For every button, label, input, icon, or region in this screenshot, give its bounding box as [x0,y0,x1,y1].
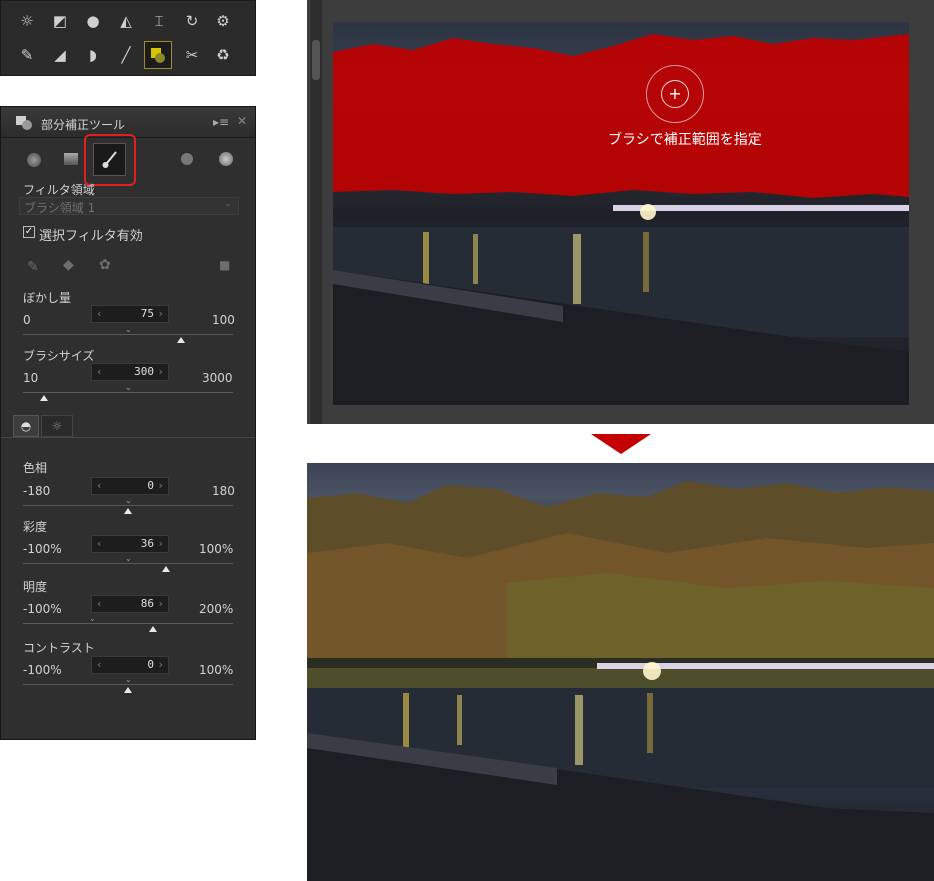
hue-slider-thumb[interactable] [124,508,132,514]
tab-exposure[interactable]: ☼ [41,415,73,437]
tool-palette: ☼ ◩ ● ◭ ⌶ ↻ ⚙ ✎ ◢ ◗ ╱ ✂ ♻ [0,0,256,76]
brightness-min: -100% [23,602,62,616]
control-point-icon[interactable] [27,153,41,167]
blur-spinbox[interactable]: ‹ 75 › [91,305,169,323]
retouch-icon[interactable]: ✂ [180,43,204,67]
before-photo[interactable]: + ブラシで補正範囲を指定 [333,22,909,405]
brush-adjust-icon[interactable]: ◭ [114,9,138,33]
saturation-value: 36 [140,537,154,550]
filter-area-select[interactable]: ブラシ領域 1 ⌄ [19,197,239,215]
blur-slider-thumb[interactable] [176,337,185,343]
saturation-spinbox[interactable]: ‹ 36 › [91,535,169,553]
tab-color-adjust[interactable]: ◓ [13,415,39,437]
layer-icon[interactable] [181,153,193,165]
brightness-slider-thumb[interactable] [149,626,158,632]
rect-selection-icon[interactable] [64,153,78,165]
gradient-icon[interactable]: ◢ [48,43,72,67]
hue-value: 0 [147,479,154,492]
brightness-label: 明度 [23,580,48,594]
hue-max: 180 [212,484,235,498]
blur-value: 75 [140,307,154,320]
brightness-value: 86 [140,597,154,610]
saturation-slider-track[interactable] [23,563,233,564]
rotate-icon[interactable]: ↻ [180,9,204,33]
contrast-value: 0 [147,658,154,671]
panel-title: 部分補正ツール [41,118,126,132]
contrast-slider-thumb[interactable] [124,687,132,693]
contrast-slider-track[interactable] [23,684,233,685]
blur-label: ぼかし量 [23,291,72,305]
contrast-min: -100% [23,663,62,677]
brush-size-min: 10 [23,371,39,385]
saturation-label: 彩度 [23,520,48,534]
contrast-label: コントラスト [23,641,95,655]
brightness-max: 200% [199,602,234,616]
color-ball-icon[interactable]: ● [81,9,105,33]
eyedropper-icon[interactable]: ✎ [15,43,39,67]
brush-size-slider-thumb[interactable] [40,395,48,401]
brush-size-max: 3000 [202,371,233,385]
brush-size-slider-track[interactable] [23,392,233,393]
brush-icon [102,150,117,168]
brush-size-label: ブラシサイズ [23,349,95,363]
hue-spinbox[interactable]: ‹ 0 › [91,477,169,495]
fish-icon[interactable]: ◗ [81,43,105,67]
blur-min: 0 [23,313,31,327]
hue-slider-track[interactable] [23,505,233,506]
chevron-down-icon: ⌄ [224,199,232,209]
add-brush-icon[interactable]: ✎ [27,259,39,275]
panel-menu-icon[interactable]: ▸≡ [213,115,229,129]
settings-cog-icon[interactable]: ⚙ [211,9,235,33]
brush-size-value: 300 [134,365,154,378]
filter-area-label: フィルタ領域 [23,183,95,197]
exposure-icon[interactable]: ☼ [15,9,39,33]
hue-label: 色相 [23,461,48,475]
brush-icon[interactable]: ╱ [114,43,138,67]
enable-filter-checkbox[interactable]: ✓ [23,226,35,238]
straighten-icon[interactable]: ⌶ [147,9,171,33]
sun-icon: ☼ [51,419,63,433]
saturation-min: -100% [23,542,62,556]
brush-cursor-crosshair-icon: + [661,80,689,108]
add-point-icon[interactable] [219,152,233,166]
color-drop-icon: ◓ [20,419,32,433]
recycle-icon[interactable]: ♻ [211,43,235,67]
local-adjust-icon[interactable] [144,41,172,69]
enable-filter-label: 選択フィルタ有効 [39,229,143,244]
arrow-down-icon [591,434,651,454]
blur-slider-track[interactable] [23,334,233,335]
hue-min: -180 [23,484,51,498]
after-photo[interactable] [307,463,934,881]
fill-icon[interactable]: ✿ [99,257,111,273]
contrast-max: 100% [199,663,234,677]
panel-logo-icon [15,115,33,134]
saturation-slider-thumb[interactable] [161,566,170,572]
brightness-spinbox[interactable]: ‹ 86 › [91,595,169,613]
saturation-max: 100% [199,542,234,556]
close-icon[interactable]: ✕ [237,114,247,128]
scrollbar-thumb[interactable] [312,40,320,80]
blur-max: 100 [212,313,235,327]
local-adjustment-panel: 部分補正ツール ▸≡ ✕ フィルタ領域 ブラシ領域 1 ⌄ ✓ 選択フィルタ有効… [0,106,256,740]
contrast-spinbox[interactable]: ‹ 0 › [91,656,169,674]
brightness-slider-track[interactable] [23,623,233,624]
levels-icon[interactable]: ◩ [48,9,72,33]
eraser-icon[interactable]: ◆ [63,257,74,273]
brush-tool-button[interactable] [93,143,126,176]
delete-icon[interactable]: ■ [219,258,230,272]
brush-caption: ブラシで補正範囲を指定 [608,132,762,148]
brush-size-spinbox[interactable]: ‹ 300 › [91,363,169,381]
